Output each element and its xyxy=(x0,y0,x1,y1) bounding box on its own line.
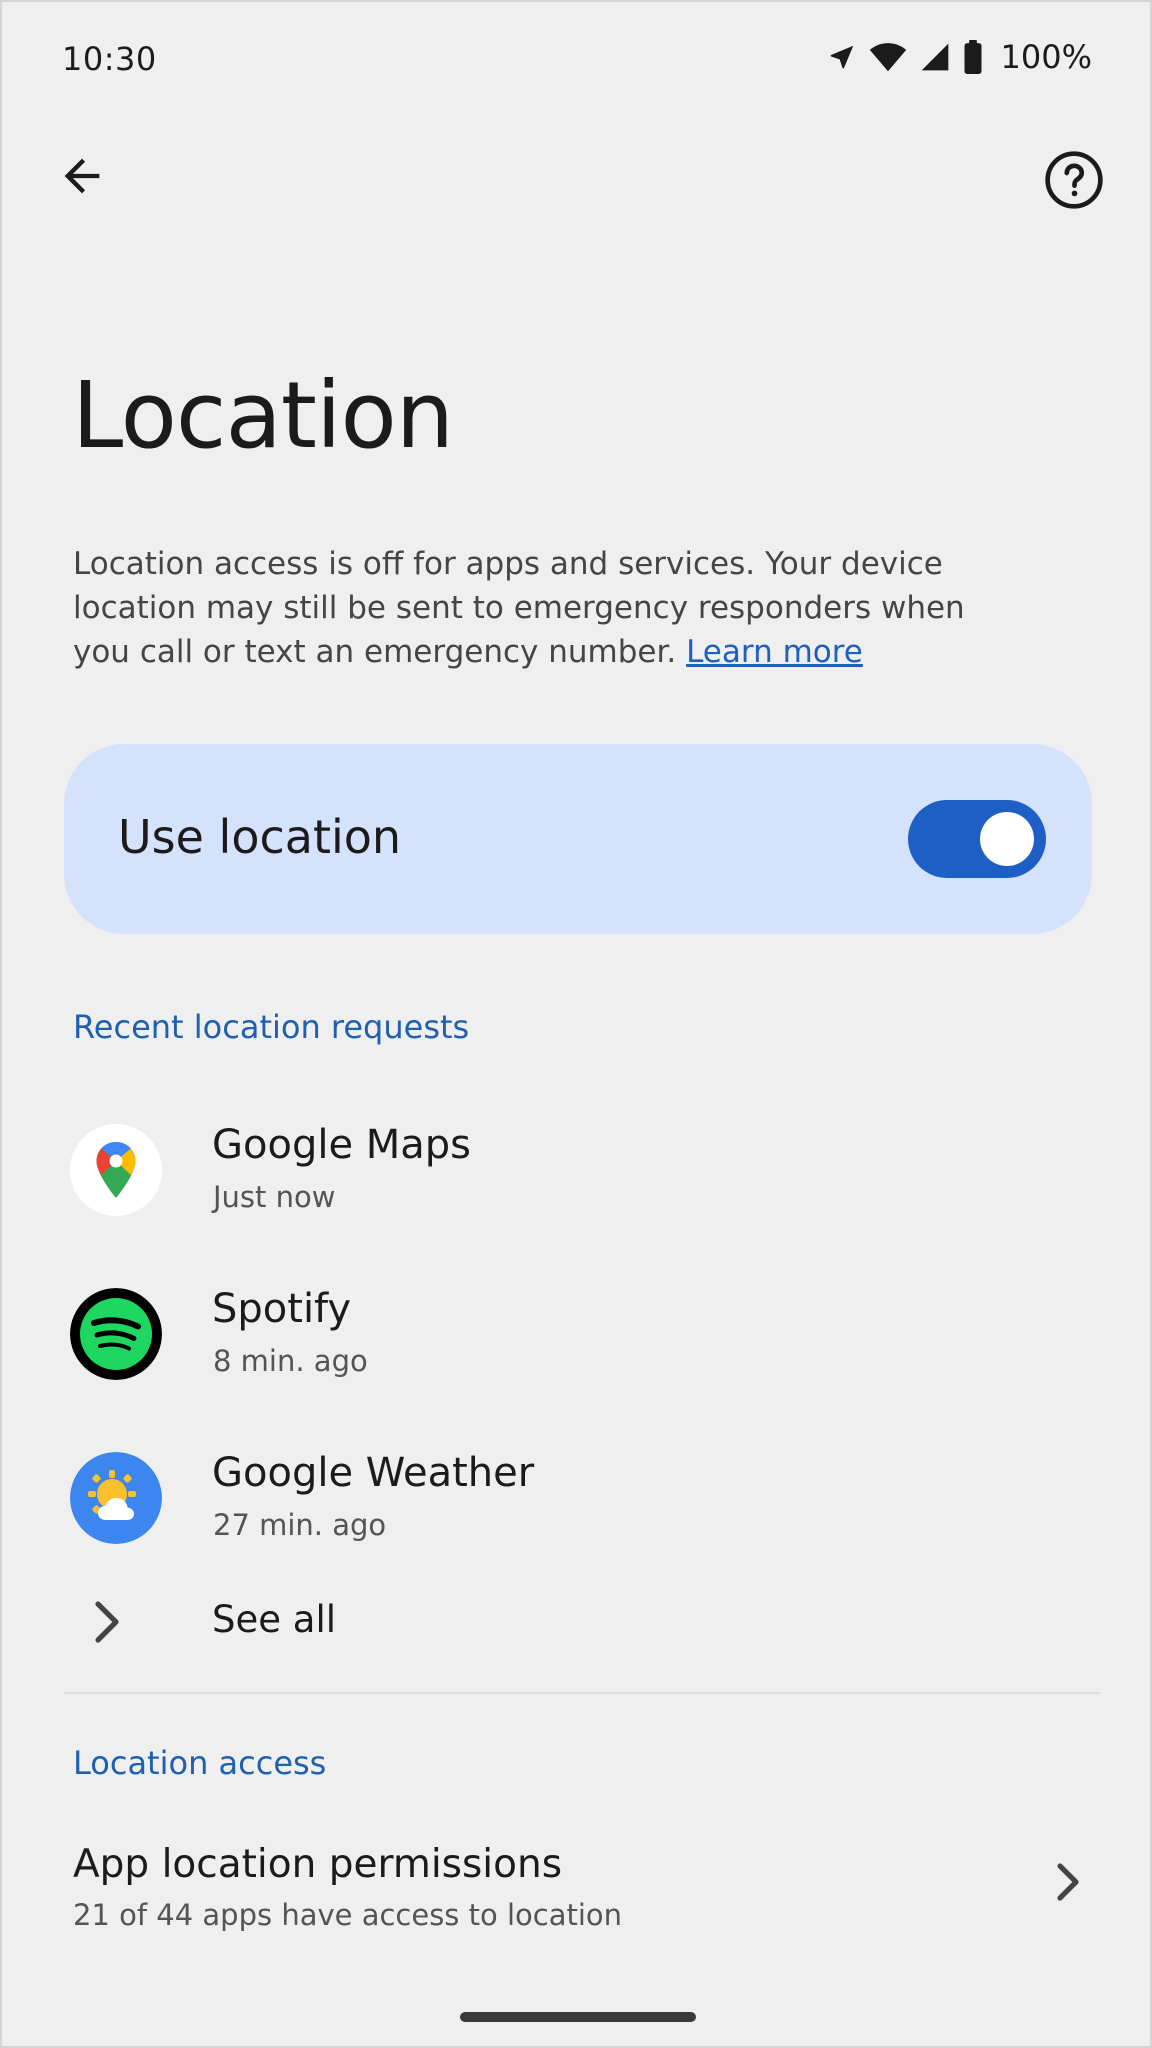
app-row-spotify[interactable]: Spotify 8 min. ago xyxy=(2,1262,1150,1402)
gesture-nav-handle[interactable] xyxy=(460,2012,696,2022)
google-maps-icon xyxy=(70,1124,162,1216)
toggle-knob xyxy=(980,812,1034,866)
see-all-button[interactable]: See all xyxy=(2,1578,1150,1668)
app-name: Google Weather xyxy=(212,1450,535,1496)
google-weather-icon xyxy=(70,1452,162,1544)
back-button[interactable] xyxy=(46,142,118,214)
use-location-label: Use location xyxy=(118,810,402,864)
app-request-time: 8 min. ago xyxy=(213,1344,368,1378)
location-arrow-icon xyxy=(827,42,857,72)
battery-icon xyxy=(963,40,983,74)
status-icons: 100% xyxy=(827,38,1092,76)
location-access-header: Location access xyxy=(73,1744,327,1782)
app-row-google-weather[interactable]: Google Weather 27 min. ago xyxy=(2,1426,1150,1566)
help-circle-icon xyxy=(1043,149,1105,215)
see-all-label: See all xyxy=(212,1598,337,1641)
learn-more-link[interactable]: Learn more xyxy=(686,634,863,670)
spotify-icon xyxy=(70,1288,162,1380)
app-location-permissions-item[interactable]: App location permissions 21 of 44 apps h… xyxy=(2,1822,1150,1952)
app-request-time: Just now xyxy=(213,1180,336,1214)
location-settings-screen: 10:30 100% Location Location access is o… xyxy=(0,0,1152,2048)
wifi-icon xyxy=(869,41,907,73)
help-button[interactable] xyxy=(1034,142,1114,222)
app-location-permissions-subtitle: 21 of 44 apps have access to location xyxy=(73,1898,623,1932)
status-time: 10:30 xyxy=(62,40,157,78)
app-row-google-maps[interactable]: Google Maps Just now xyxy=(2,1098,1150,1238)
app-name: Google Maps xyxy=(212,1122,472,1168)
app-location-permissions-title: App location permissions xyxy=(73,1842,563,1887)
arrow-back-icon xyxy=(56,150,108,206)
battery-percentage: 100% xyxy=(1000,38,1092,76)
recent-requests-header: Recent location requests xyxy=(73,1008,470,1046)
chevron-right-icon xyxy=(90,1600,126,1648)
use-location-card[interactable]: Use location xyxy=(64,744,1092,934)
page-title: Location xyxy=(72,362,454,469)
status-bar: 10:30 100% xyxy=(2,2,1150,118)
chevron-right-icon xyxy=(1054,1860,1084,1908)
signal-icon xyxy=(919,41,951,73)
app-request-time: 27 min. ago xyxy=(213,1508,387,1542)
location-description: Location access is off for apps and serv… xyxy=(73,542,993,674)
use-location-toggle[interactable] xyxy=(908,800,1046,878)
section-divider xyxy=(64,1692,1100,1694)
app-name: Spotify xyxy=(212,1286,352,1332)
